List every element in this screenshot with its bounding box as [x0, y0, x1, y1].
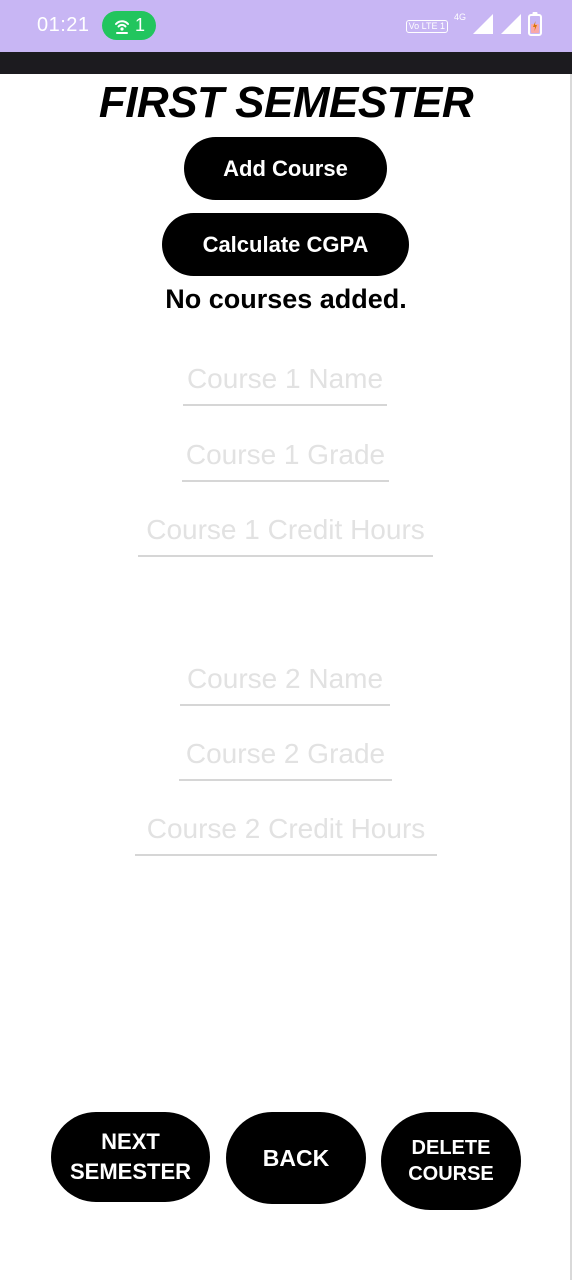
delete-course-label-line2: COURSE	[408, 1163, 494, 1185]
page-title: FIRST SEMESTER	[98, 78, 474, 127]
network-type: 4G	[453, 12, 466, 22]
course-2-name-input[interactable]	[180, 658, 390, 706]
app-bar-strip	[0, 52, 572, 74]
status-message: No courses added.	[165, 284, 407, 314]
volte-icon: Vo LTE 1	[405, 19, 448, 33]
hotspot-count: 1	[134, 15, 145, 35]
status-bar: 01:21 1 Vo LTE 1 4G	[0, 0, 572, 52]
status-time: 01:21	[37, 14, 90, 36]
signal-icon	[500, 13, 522, 40]
back-button[interactable]: BACK	[226, 1112, 366, 1204]
delete-course-button[interactable]: DELETE COURSE	[381, 1112, 521, 1210]
course-1-name-input[interactable]	[183, 358, 387, 406]
next-semester-label-line1: NEXT	[101, 1129, 160, 1154]
battery-icon	[528, 11, 542, 41]
course-1-credit-hours-input[interactable]	[138, 509, 433, 557]
next-semester-label-line2: SEMESTER	[69, 1159, 192, 1184]
hotspot-indicator: 1	[102, 11, 156, 40]
calculate-cgpa-button[interactable]: Calculate CGPA	[162, 213, 409, 276]
status-icons: Vo LTE 1 4G	[405, 11, 542, 41]
delete-course-label: DELETE COURSE	[408, 1135, 494, 1187]
course-2-grade-input[interactable]	[179, 733, 392, 781]
hotspot-icon	[113, 17, 131, 35]
next-semester-label: NEXT SEMESTER	[70, 1127, 191, 1187]
next-semester-button[interactable]: NEXT SEMESTER	[51, 1112, 210, 1202]
delete-course-label-line1: DELETE	[411, 1137, 491, 1159]
signal-icon	[472, 13, 494, 40]
course-1-grade-input[interactable]	[182, 434, 389, 482]
add-course-button[interactable]: Add Course	[184, 137, 387, 200]
course-2-credit-hours-input[interactable]	[135, 808, 437, 856]
